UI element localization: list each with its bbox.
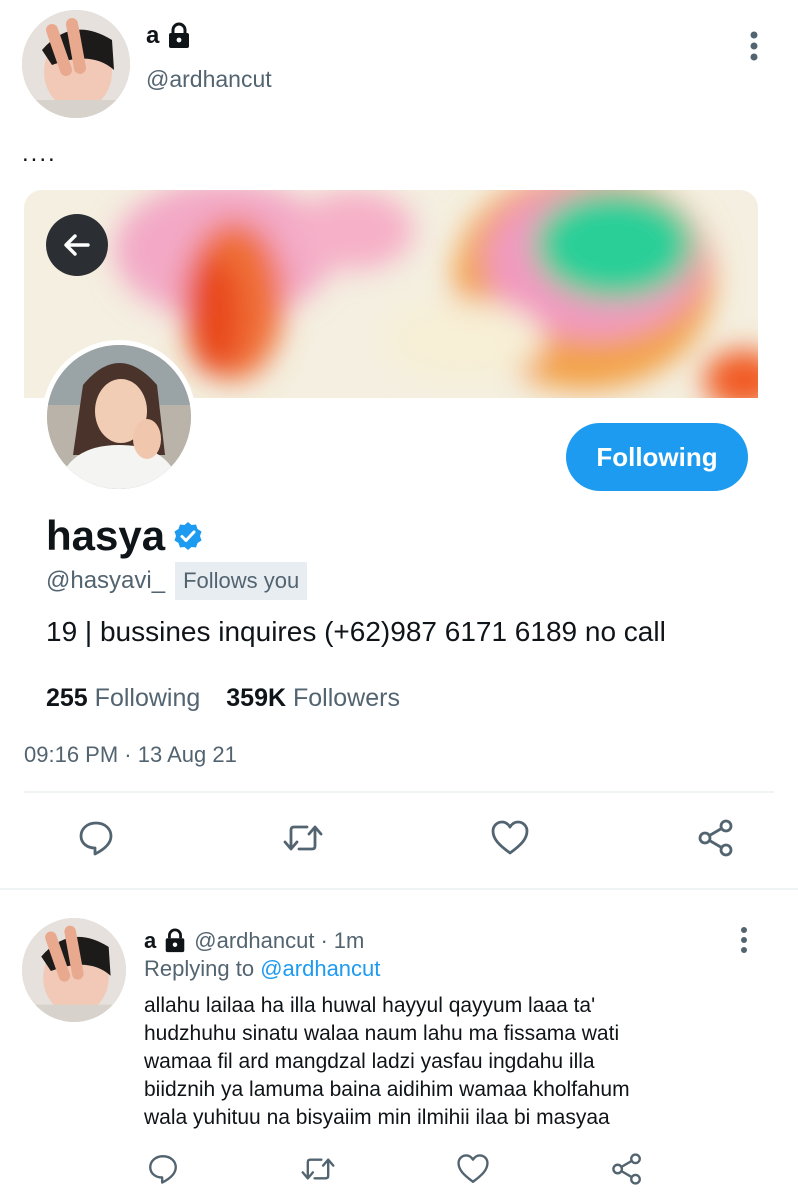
back-button[interactable]	[46, 214, 108, 276]
following-stat[interactable]: 255 Following	[46, 684, 200, 713]
profile-handle-row: @hasyavi_ Follows you	[46, 562, 308, 600]
profile-handle: @hasyavi_	[46, 567, 166, 594]
replying-to-handle[interactable]: @ardhancut	[260, 956, 380, 981]
reply-header: a @ardhancut · 1m	[144, 928, 365, 954]
back-arrow-icon	[60, 228, 94, 262]
author-handle[interactable]: @ardhancut	[146, 66, 272, 93]
verified-badge-icon	[173, 521, 203, 551]
tweet-text: ....	[22, 140, 57, 167]
like-icon[interactable]	[489, 818, 531, 858]
profile-avatar[interactable]	[42, 340, 196, 494]
retweet-icon[interactable]	[281, 818, 325, 858]
profile-stats: 255 Following 359K Followers	[46, 684, 400, 713]
retweet-icon[interactable]	[299, 1152, 337, 1186]
more-vertical-icon[interactable]	[742, 30, 766, 64]
divider	[24, 791, 774, 793]
profile-display-name-row: hasya	[46, 512, 203, 560]
author-avatar[interactable]	[22, 10, 130, 118]
followers-stat[interactable]: 359K Followers	[226, 684, 400, 713]
lock-icon	[165, 22, 193, 50]
profile-display-name: hasya	[46, 512, 166, 559]
reply-author-name[interactable]: a	[144, 928, 156, 954]
reply-actions	[146, 1152, 644, 1186]
profile-bio: 19 | bussines inquires (+62)987 6171 618…	[46, 616, 666, 647]
more-vertical-icon[interactable]	[732, 926, 756, 956]
share-icon[interactable]	[610, 1152, 644, 1186]
share-icon[interactable]	[696, 818, 736, 858]
tweet-actions	[76, 818, 736, 858]
following-button[interactable]: Following	[566, 423, 748, 491]
follows-you-badge: Follows you	[175, 562, 308, 600]
reply-icon[interactable]	[76, 818, 116, 858]
lock-icon	[162, 928, 188, 954]
reply-author-avatar[interactable]	[22, 918, 126, 1022]
reply-author-handle[interactable]: @ardhancut	[194, 928, 314, 954]
reply-text: allahu lailaa ha illa huwal hayyul qayyu…	[144, 994, 630, 1129]
author-name[interactable]: a	[146, 22, 159, 50]
divider	[0, 888, 798, 890]
reply-time[interactable]: 1m	[334, 928, 365, 954]
replying-to: Replying to @ardhancut	[144, 956, 381, 981]
reply-icon[interactable]	[146, 1152, 180, 1186]
like-icon[interactable]	[455, 1152, 491, 1186]
author-name-row: a	[146, 22, 193, 50]
tweet-timestamp[interactable]: 09:16 PM · 13 Aug 21	[24, 742, 237, 768]
